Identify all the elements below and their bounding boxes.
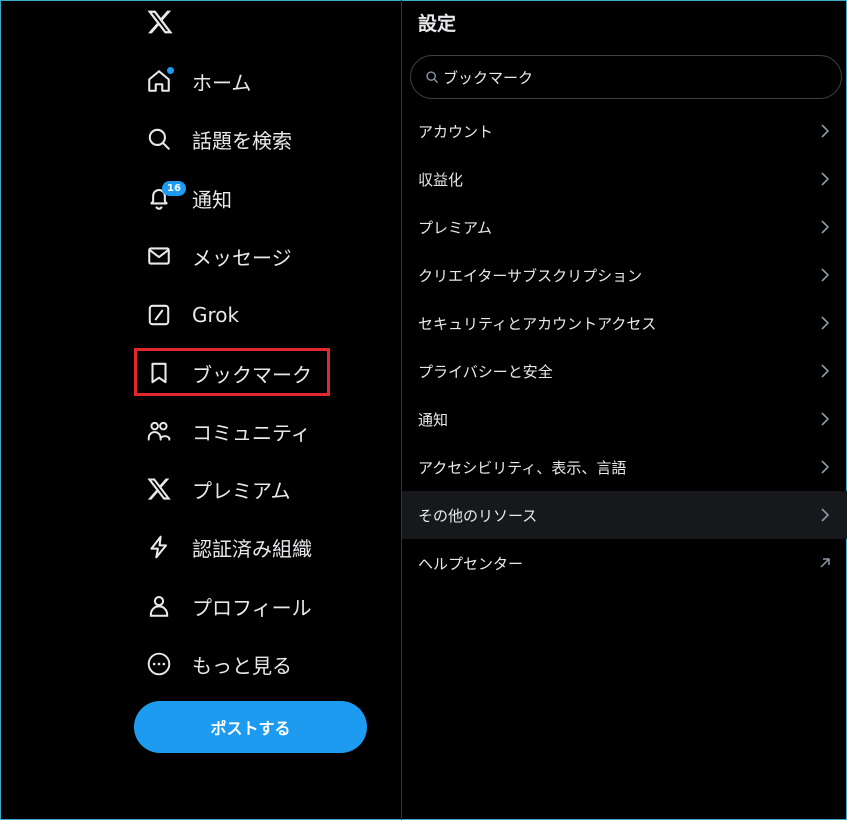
nav-item-grok[interactable]: Grok [134,290,239,340]
bookmark-icon [146,360,172,386]
sidebar-nav: ホーム 話題を検索 16 通知 メッセージ Grok ブックマーク コミュニティ… [0,0,401,820]
external-link-icon [819,555,831,571]
nav-label-home: ホーム [192,70,252,95]
chevron-right-icon [819,363,831,379]
settings-item-monetization[interactable]: 収益化 [402,155,847,203]
settings-item-label: セキュリティとアカウントアクセス [418,314,657,333]
nav-label-explore: 話題を検索 [192,128,292,153]
settings-list: アカウント 収益化 プレミアム クリエイターサブスクリプション セキュリティとア… [402,107,847,587]
nav-item-messages[interactable]: メッセージ [134,231,292,281]
nav-label-profile: プロフィール [192,595,312,620]
settings-item-label: アクセシビリティ、表示、言語 [418,458,627,477]
home-icon [146,67,174,94]
chevron-right-icon [819,315,831,331]
settings-search-box[interactable] [410,55,842,99]
communities-icon [146,418,172,444]
post-button[interactable]: ポストする [134,701,367,753]
search-icon [146,126,172,152]
x-premium-icon [146,476,172,502]
chevron-right-icon [819,171,831,187]
nav-item-verified-orgs[interactable]: 認証済み組織 [134,522,312,572]
settings-item-label: 収益化 [418,170,464,189]
nav-label-verified-orgs: 認証済み組織 [192,536,312,561]
nav-label-messages: メッセージ [192,245,292,270]
nav-label-notifications: 通知 [192,187,232,212]
chevron-right-icon [819,459,831,475]
settings-item-additional-resources[interactable]: その他のリソース [402,491,847,539]
nav-item-profile[interactable]: プロフィール [134,581,312,631]
unread-dot [167,67,174,74]
profile-icon [146,593,172,619]
mail-icon [146,243,172,269]
settings-item-label: プレミアム [418,218,492,237]
nav-item-notifications[interactable]: 16 通知 [134,173,232,223]
chevron-right-icon [819,123,831,139]
settings-item-label: プライバシーと安全 [418,362,553,381]
nav-item-more[interactable]: もっと見る [134,639,292,689]
nav-item-premium[interactable]: プレミアム [134,464,291,514]
search-icon [425,70,439,84]
nav-label-grok: Grok [192,303,240,327]
lightning-icon [146,534,172,560]
settings-item-premium[interactable]: プレミアム [402,203,847,251]
page-title: 設定 [418,13,457,35]
more-icon [146,651,172,677]
settings-item-label: クリエイターサブスクリプション [418,266,643,285]
nav-label-more: もっと見る [192,653,292,678]
settings-item-label: アカウント [418,122,494,141]
nav-label-premium: プレミアム [192,478,291,503]
settings-item-label: その他のリソース [418,506,538,525]
settings-item-help-center[interactable]: ヘルプセンター [402,539,847,587]
settings-item-security[interactable]: セキュリティとアカウントアクセス [402,299,847,347]
settings-item-privacy[interactable]: プライバシーと安全 [402,347,847,395]
chevron-right-icon [819,219,831,235]
nav-item-home[interactable]: ホーム [134,56,251,106]
settings-item-notifications[interactable]: 通知 [402,395,847,443]
x-logo-icon[interactable] [146,8,174,36]
settings-item-label: ヘルプセンター [418,554,524,573]
chevron-right-icon [819,507,831,523]
settings-item-label: 通知 [418,410,449,429]
settings-item-accessibility[interactable]: アクセシビリティ、表示、言語 [402,443,847,491]
nav-label-communities: コミュニティ [192,420,311,445]
nav-item-bookmarks[interactable]: ブックマーク [134,348,312,398]
chevron-right-icon [819,267,831,283]
notification-badge: 16 [162,181,186,196]
grok-icon [146,302,172,328]
settings-search-input[interactable] [443,68,823,86]
nav-label-bookmarks: ブックマーク [192,362,312,387]
settings-panel: 設定 アカウント 収益化 プレミアム クリエイターサブスクリプション セキュリテ… [402,0,847,820]
bell-icon: 16 [146,181,186,211]
chevron-right-icon [819,411,831,427]
nav-item-explore[interactable]: 話題を検索 [134,114,292,164]
settings-item-account[interactable]: アカウント [402,107,847,155]
nav-item-communities[interactable]: コミュニティ [134,406,311,456]
settings-item-creator-subscriptions[interactable]: クリエイターサブスクリプション [402,251,847,299]
